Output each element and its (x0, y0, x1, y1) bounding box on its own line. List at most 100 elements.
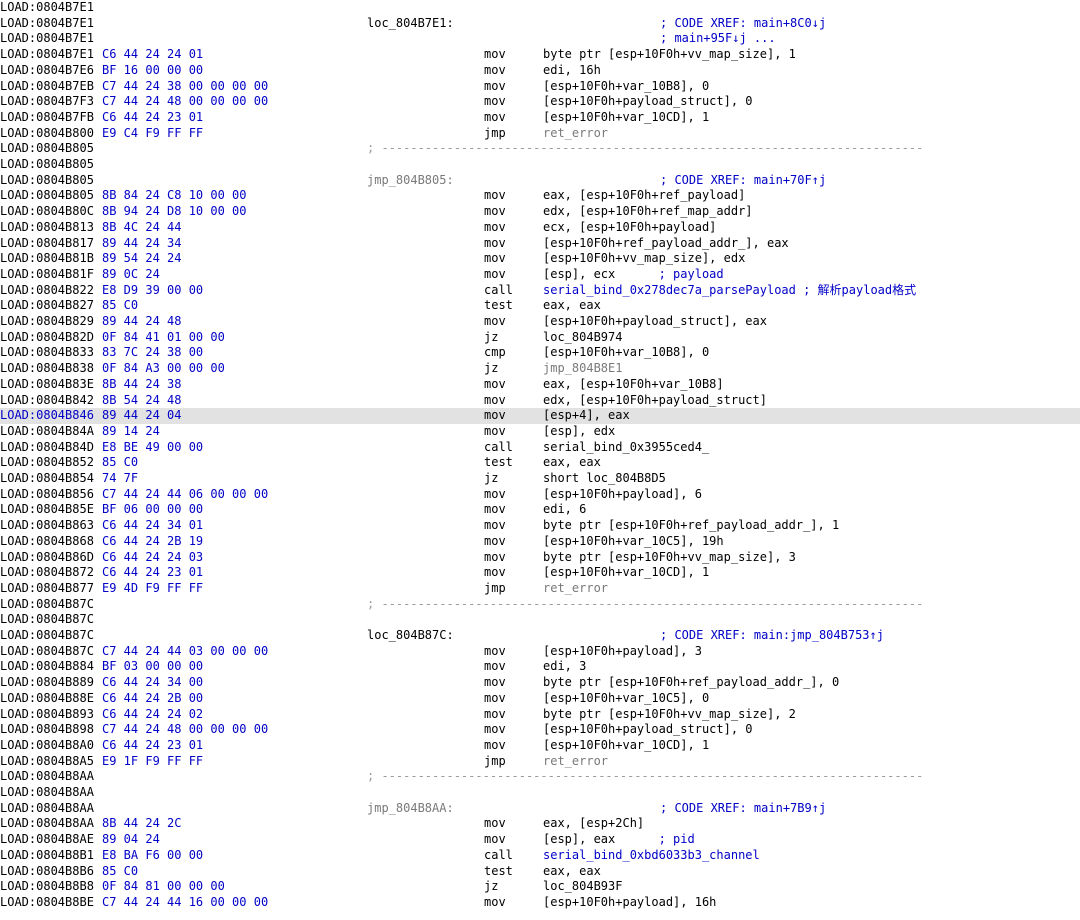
listing-line[interactable]: LOAD:0804B82D 0F 84 41 01 00 00 jz loc_804B… (0, 330, 1080, 346)
instruction-operands[interactable]: serial_bind_0x3955ced4_ (543, 440, 709, 456)
instruction-operands[interactable]: eax, eax (543, 455, 601, 471)
instruction-operands[interactable]: [esp+10F0h+vv_map_size], edx (543, 251, 745, 267)
listing-line[interactable]: LOAD:0804B884 BF 03 00 00 00 mov edi, 3 (0, 659, 1080, 675)
instruction-operands[interactable]: eax, [esp+10F0h+ref_payload] (543, 188, 745, 204)
disassembly-listing[interactable]: LOAD:0804B7E1 LOAD:0804B7E1 loc_804B7E1:; … (0, 0, 1080, 920)
instruction-operands[interactable]: edx, [esp+10F0h+payload_struct] (543, 393, 767, 409)
listing-line[interactable]: LOAD:0804B8AE 89 04 24 mov [esp], eax ; pid (0, 832, 1080, 848)
instruction-operands[interactable]: ret_error (543, 754, 608, 770)
listing-line[interactable]: LOAD:0804B805 8B 84 24 C8 10 00 00 mov eax,… (0, 188, 1080, 204)
instruction-operands[interactable]: [esp+10F0h+var_10B8], 0 (543, 345, 709, 361)
listing-line[interactable]: LOAD:0804B877 E9 4D F9 FF FF jmp ret_error (0, 581, 1080, 597)
listing-line[interactable]: LOAD:0804B856 C7 44 24 44 06 00 00 00 mov [… (0, 487, 1080, 503)
xref-comment[interactable]: ; main+95F↓j ... (660, 31, 776, 47)
instruction-operands[interactable]: edi, 16h (543, 63, 601, 79)
instruction-operands[interactable]: [esp+10F0h+var_10CD], 1 (543, 110, 709, 126)
listing-line[interactable]: LOAD:0804B805 jmp_804B805: ; CODE XREF: ma… (0, 173, 1080, 189)
instruction-operands[interactable]: [esp+10F0h+payload_struct], eax (543, 314, 767, 330)
listing-line[interactable]: LOAD:0804B87C loc_804B87C: ; CODE XREF: ma… (0, 628, 1080, 644)
xref-comment[interactable]: ; CODE XREF: main+8C0↓j (660, 16, 826, 32)
instruction-operands[interactable]: [esp+10F0h+payload], 3 (543, 644, 702, 660)
listing-line[interactable]: LOAD:0804B833 83 7C 24 38 00 cmp [esp+10F0h… (0, 345, 1080, 361)
xref-comment[interactable]: ; CODE XREF: main+70F↑j (660, 173, 826, 189)
instruction-operands[interactable]: [esp], edx (543, 424, 615, 440)
code-label[interactable]: jmp_804B805: (367, 173, 454, 189)
listing-line[interactable]: LOAD:0804B852 85 C0 test eax, eax (0, 455, 1080, 471)
xref-comment[interactable]: ; CODE XREF: main+7B9↑j (660, 801, 826, 817)
listing-line[interactable]: LOAD:0804B87C (0, 612, 1080, 628)
instruction-operands[interactable]: [esp+4], eax (543, 408, 630, 424)
instruction-operands[interactable]: [esp+10F0h+var_10C5], 0 (543, 691, 709, 707)
instruction-operands[interactable]: [esp+10F0h+ref_payload_addr_], eax (543, 236, 789, 252)
listing-line[interactable]: LOAD:0804B85E BF 06 00 00 00 mov edi, 6 (0, 502, 1080, 518)
code-label[interactable]: loc_804B7E1: (367, 16, 454, 32)
instruction-operands[interactable]: edi, 3 (543, 659, 586, 675)
listing-line[interactable]: LOAD:0804B800 E9 C4 F9 FF FF jmp ret_error (0, 126, 1080, 142)
instruction-operands[interactable]: byte ptr [esp+10F0h+vv_map_size], 1 (543, 47, 796, 63)
listing-line[interactable]: LOAD:0804B8AA ; -------------------------… (0, 769, 1080, 785)
instruction-operands[interactable]: [esp+10F0h+var_10B8], 0 (543, 79, 709, 95)
listing-line[interactable]: LOAD:0804B81B 89 54 24 24 mov [esp+10F0h+vv… (0, 251, 1080, 267)
listing-line[interactable]: LOAD:0804B81F 89 0C 24 mov [esp], ecx ; pay… (0, 267, 1080, 283)
code-label[interactable]: loc_804B87C: (367, 628, 454, 644)
instruction-operands[interactable]: ecx, [esp+10F0h+payload] (543, 220, 716, 236)
xref-comment[interactable]: ; CODE XREF: main:jmp_804B753↑j (660, 628, 884, 644)
listing-line[interactable]: LOAD:0804B829 89 44 24 48 mov [esp+10F0h+pa… (0, 314, 1080, 330)
listing-line[interactable]: LOAD:0804B8AA 8B 44 24 2C mov eax, [esp+2Ch… (0, 816, 1080, 832)
listing-line[interactable]: LOAD:0804B84A 89 14 24 mov [esp], edx (0, 424, 1080, 440)
instruction-operands[interactable]: [esp+10F0h+payload_struct], 0 (543, 94, 753, 110)
listing-line[interactable]: LOAD:0804B7F3 C7 44 24 48 00 00 00 00 mov [… (0, 94, 1080, 110)
instruction-operands[interactable]: [esp+10F0h+var_10C5], 19h (543, 534, 724, 550)
listing-line[interactable]: LOAD:0804B8AA jmp_804B8AA: ; CODE XREF: ma… (0, 801, 1080, 817)
instruction-operands[interactable]: [esp+10F0h+payload], 16h (543, 895, 716, 911)
listing-line[interactable]: LOAD:0804B8BE C7 44 24 44 16 00 00 00 mov [… (0, 895, 1080, 911)
instruction-operands[interactable]: [esp+10F0h+var_10CD], 1 (543, 738, 709, 754)
listing-line[interactable]: LOAD:0804B872 C6 44 24 23 01 mov [esp+10F0h… (0, 565, 1080, 581)
instruction-operands[interactable]: loc_804B93F (543, 879, 622, 895)
instruction-operands[interactable]: [esp], ecx (543, 267, 659, 281)
listing-line[interactable]: LOAD:0804B8AA (0, 785, 1080, 801)
instruction-operands[interactable]: byte ptr [esp+10F0h+ref_payload_addr_], … (543, 675, 839, 691)
listing-line[interactable]: LOAD:0804B842 8B 54 24 48 mov edx, [esp+10F… (0, 393, 1080, 409)
listing-line[interactable]: LOAD:0804B838 0F 84 A3 00 00 00 jz jmp_804B… (0, 361, 1080, 377)
listing-line[interactable]: LOAD:0804B7EB C7 44 24 38 00 00 00 00 mov [… (0, 79, 1080, 95)
listing-line[interactable]: LOAD:0804B898 C7 44 24 48 00 00 00 00 mov [… (0, 722, 1080, 738)
instruction-operands[interactable]: edx, [esp+10F0h+ref_map_addr] (543, 204, 753, 220)
listing-line[interactable]: LOAD:0804B86D C6 44 24 24 03 mov byte ptr [… (0, 550, 1080, 566)
listing-line[interactable]: LOAD:0804B80C 8B 94 24 D8 10 00 00 mov edx,… (0, 204, 1080, 220)
listing-line[interactable]: LOAD:0804B854 74 7F jz short loc_804B8D5 (0, 471, 1080, 487)
current-line[interactable]: LOAD:0804B846 89 44 24 04 mov [esp+4], eax (0, 408, 1080, 424)
listing-line[interactable]: LOAD:0804B893 C6 44 24 24 02 mov byte ptr [… (0, 707, 1080, 723)
listing-line[interactable]: LOAD:0804B87C C7 44 24 44 03 00 00 00 mov [… (0, 644, 1080, 660)
listing-line[interactable]: LOAD:0804B83E 8B 44 24 38 mov eax, [esp+10F… (0, 377, 1080, 393)
listing-line[interactable]: LOAD:0804B8A0 C6 44 24 23 01 mov [esp+10F0h… (0, 738, 1080, 754)
listing-line[interactable]: LOAD:0804B8B6 85 C0 test eax, eax (0, 864, 1080, 880)
listing-line[interactable]: LOAD:0804B7E1 (0, 0, 1080, 16)
instruction-operands[interactable]: [esp], eax (543, 832, 659, 846)
listing-line[interactable]: LOAD:0804B7E1 loc_804B7E1: ; CODE XREF: ma… (0, 16, 1080, 32)
listing-line[interactable]: LOAD:0804B822 E8 D9 39 00 00 call serial_bi… (0, 283, 1080, 299)
instruction-operands[interactable]: short loc_804B8D5 (543, 471, 666, 487)
instruction-operands[interactable]: eax, eax (543, 298, 601, 314)
listing-line[interactable]: LOAD:0804B813 8B 4C 24 44 mov ecx, [esp+10F… (0, 220, 1080, 236)
listing-line[interactable]: LOAD:0804B805 (0, 157, 1080, 173)
listing-line[interactable]: LOAD:0804B7E1 C6 44 24 24 01 mov byte ptr [… (0, 47, 1080, 63)
code-label[interactable]: jmp_804B8AA: (367, 801, 454, 817)
listing-line[interactable]: LOAD:0804B817 89 44 24 34 mov [esp+10F0h+re… (0, 236, 1080, 252)
instruction-operands[interactable]: ret_error (543, 126, 608, 142)
listing-line[interactable]: LOAD:0804B8A5 E9 1F F9 FF FF jmp ret_error (0, 754, 1080, 770)
listing-line[interactable]: LOAD:0804B7FB C6 44 24 23 01 mov [esp+10F0h… (0, 110, 1080, 126)
listing-line[interactable]: LOAD:0804B8B1 E8 BA F6 00 00 call serial_bi… (0, 848, 1080, 864)
instruction-operands[interactable]: ret_error (543, 581, 608, 597)
listing-line[interactable]: LOAD:0804B88E C6 44 24 2B 00 mov [esp+10F0h… (0, 691, 1080, 707)
instruction-operands[interactable]: eax, [esp+10F0h+var_10B8] (543, 377, 724, 393)
listing-line[interactable]: LOAD:0804B827 85 C0 test eax, eax (0, 298, 1080, 314)
listing-line[interactable]: LOAD:0804B863 C6 44 24 34 01 mov byte ptr [… (0, 518, 1080, 534)
listing-line[interactable]: LOAD:0804B84D E8 BE 49 00 00 call serial_bi… (0, 440, 1080, 456)
instruction-operands[interactable]: serial_bind_0xbd6033b3_channel (543, 848, 760, 864)
instruction-operands[interactable]: loc_804B974 (543, 330, 622, 346)
instruction-operands[interactable]: byte ptr [esp+10F0h+vv_map_size], 2 (543, 707, 796, 723)
instruction-operands[interactable]: jmp_804B8E1 (543, 361, 622, 377)
listing-line[interactable]: LOAD:0804B889 C6 44 24 34 00 mov byte ptr [… (0, 675, 1080, 691)
listing-line[interactable]: LOAD:0804B868 C6 44 24 2B 19 mov [esp+10F0h… (0, 534, 1080, 550)
